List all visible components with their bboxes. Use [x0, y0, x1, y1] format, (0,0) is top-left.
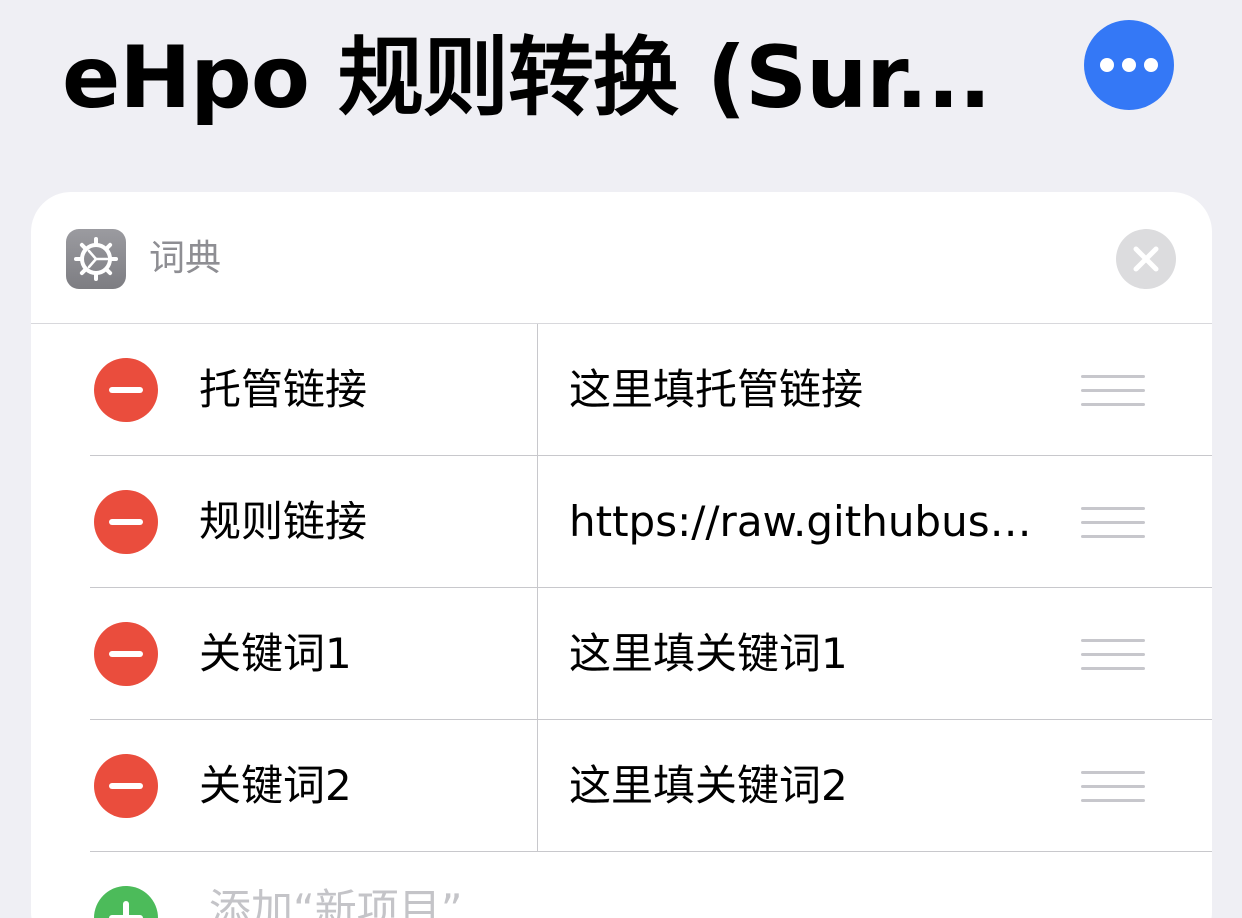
close-icon: [1133, 246, 1159, 272]
add-item-button[interactable]: [94, 886, 158, 918]
add-item-row[interactable]: 添加“新项目”: [31, 852, 1212, 918]
delete-row-button[interactable]: [94, 622, 158, 686]
reorder-handle-icon[interactable]: [1081, 507, 1145, 539]
key-field[interactable]: 规则链接: [199, 494, 367, 550]
delete-row-button[interactable]: [94, 490, 158, 554]
shortcut-editor: eHpo 规则转换 (Sur... 词典 托管链接 这里填托管链接 规则链接 h…: [0, 0, 1242, 918]
column-divider: [537, 456, 538, 588]
dictionary-row: 关键词1 这里填关键词1: [31, 588, 1212, 720]
value-field[interactable]: 这里填关键词2: [569, 758, 1039, 814]
column-divider: [537, 324, 538, 456]
column-divider: [537, 588, 538, 720]
dictionary-row: 关键词2 这里填关键词2: [31, 720, 1212, 852]
card-title: 词典: [149, 238, 222, 279]
dictionary-row: 托管链接 这里填托管链接: [31, 324, 1212, 456]
reorder-handle-icon[interactable]: [1081, 375, 1145, 407]
more-options-button[interactable]: [1084, 20, 1174, 110]
key-field[interactable]: 关键词2: [199, 758, 352, 814]
reorder-handle-icon[interactable]: [1081, 771, 1145, 803]
key-field[interactable]: 托管链接: [199, 362, 367, 418]
value-field[interactable]: 这里填关键词1: [569, 626, 1039, 682]
dictionary-row: 规则链接 https://raw.githubuse...: [31, 456, 1212, 588]
page-title: eHpo 规则转换 (Sur...: [62, 28, 991, 128]
value-field[interactable]: https://raw.githubuse...: [569, 494, 1039, 550]
key-field[interactable]: 关键词1: [199, 626, 352, 682]
ellipsis-icon: [1100, 58, 1114, 72]
dictionary-action-card: 词典 托管链接 这里填托管链接 规则链接 https://raw.githubu…: [31, 192, 1212, 918]
delete-row-button[interactable]: [94, 754, 158, 818]
close-button[interactable]: [1116, 229, 1176, 289]
gear-icon: [66, 229, 126, 289]
value-field[interactable]: 这里填托管链接: [569, 362, 1039, 418]
reorder-handle-icon[interactable]: [1081, 639, 1145, 671]
add-item-label: 添加“新项目”: [209, 885, 463, 918]
card-header: 词典: [31, 192, 1212, 324]
column-divider: [537, 720, 538, 852]
delete-row-button[interactable]: [94, 358, 158, 422]
